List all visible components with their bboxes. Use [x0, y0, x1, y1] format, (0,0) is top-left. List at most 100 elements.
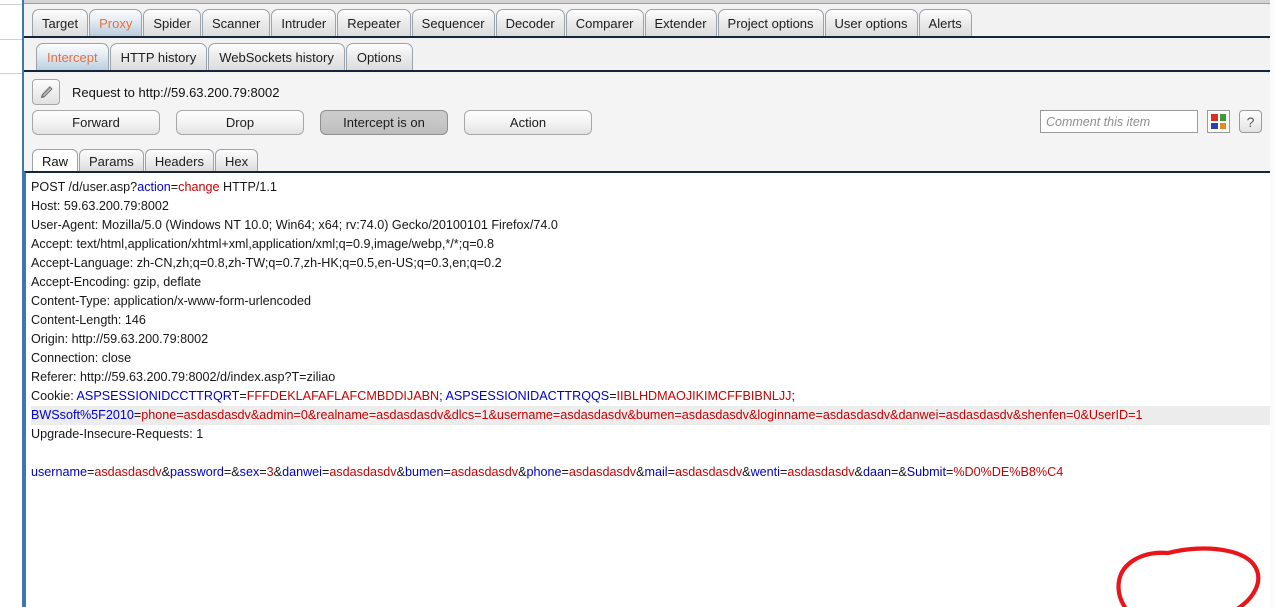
- request-token: action: [137, 180, 171, 194]
- main-tab-label: Alerts: [928, 15, 962, 31]
- request-token: asdasdasdv: [674, 465, 743, 479]
- main-tab-bar: Target Proxy Spider Scanner Intruder Repeater…: [24, 5, 1270, 38]
- view-tab-label: Raw: [42, 153, 69, 169]
- request-token: Upgrade-Insecure-Requests: 1: [31, 427, 204, 441]
- raw-request-editor[interactable]: POST /d/user.asp?action=change HTTP/1.1 H…: [24, 171, 1270, 607]
- request-token: &: [742, 465, 751, 479]
- main-tab-comparer[interactable]: Comparer: [565, 9, 644, 36]
- request-line: Upgrade-Insecure-Requests: 1: [31, 425, 1270, 444]
- main-tab-proxy[interactable]: Proxy: [89, 9, 143, 36]
- request-token: =: [259, 465, 267, 479]
- request-token: &: [161, 465, 170, 479]
- button-label: Intercept is on: [343, 115, 425, 130]
- request-title-row: Request to http://59.63.200.79:8002: [24, 76, 279, 108]
- main-tab-user-options[interactable]: User options: [824, 9, 918, 36]
- main-tab-list: Target Proxy Spider Scanner Intruder Repeater…: [32, 9, 973, 36]
- request-token: password: [170, 465, 224, 479]
- request-token: =: [609, 389, 617, 403]
- main-tab-label: Extender: [654, 15, 707, 31]
- swatch-green: [1219, 114, 1226, 121]
- message-view-tab-list: Raw Params Headers Hex: [32, 148, 1264, 172]
- request-token: %D0%DE%B8%C4: [953, 465, 1064, 479]
- forward-button[interactable]: Forward: [32, 110, 160, 135]
- swatch-red: [1211, 114, 1218, 121]
- main-tab-label: Project options: [727, 15, 814, 31]
- comment-toolbar: ?: [1040, 110, 1262, 133]
- window-top-edge: [24, 0, 1270, 4]
- request-line: Accept-Encoding: gzip, deflate: [31, 273, 1270, 292]
- comment-input[interactable]: [1040, 110, 1198, 133]
- request-token: sex: [239, 465, 260, 479]
- request-token: Submit: [906, 465, 946, 479]
- main-tab-decoder[interactable]: Decoder: [495, 9, 565, 36]
- request-token: Connection: close: [31, 351, 132, 365]
- swatch-blue: [1211, 122, 1218, 129]
- main-tab-label: Sequencer: [421, 15, 485, 31]
- request-token: =: [667, 465, 675, 479]
- burp-suite-screenshot: Target Proxy Spider Scanner Intruder Repeater…: [0, 0, 1275, 607]
- main-tab-repeater[interactable]: Repeater: [337, 9, 411, 36]
- main-tab-scanner[interactable]: Scanner: [201, 9, 271, 36]
- view-tab-hex[interactable]: Hex: [214, 149, 259, 172]
- request-token: asdasdasdv: [94, 465, 162, 479]
- main-tab-label: Spider: [153, 15, 191, 31]
- request-token: danwei: [282, 465, 322, 479]
- request-token: Origin: http://59.63.200.79:8002: [31, 332, 209, 346]
- request-token: Content-Type: application/x-www-form-url…: [31, 294, 311, 308]
- main-tab-label: Intruder: [281, 15, 327, 31]
- main-tab-label: User options: [834, 15, 908, 31]
- request-token: Accept: text/html,application/xhtml+xml,…: [31, 237, 495, 251]
- sub-tab-options[interactable]: Options: [345, 43, 413, 70]
- main-tab-spider[interactable]: Spider: [143, 9, 201, 36]
- main-tab-intruder[interactable]: Intruder: [271, 9, 337, 36]
- request-token: phone=asdasdasdv&admin=0&realname=asdasd…: [141, 408, 1143, 422]
- sub-tab-http-history[interactable]: HTTP history: [109, 43, 208, 70]
- request-line: Host: 59.63.200.79:8002: [31, 197, 1270, 216]
- intercept-is-on-button[interactable]: Intercept is on: [320, 110, 448, 135]
- drop-button[interactable]: Drop: [176, 110, 304, 135]
- view-tab-raw[interactable]: Raw: [32, 149, 79, 172]
- request-token: Referer: http://59.63.200.79:8002/d/inde…: [31, 370, 336, 384]
- request-token: ;: [791, 389, 795, 403]
- sub-tab-intercept[interactable]: Intercept: [36, 43, 109, 70]
- view-tab-label: Params: [89, 153, 134, 169]
- burp-app-window: Target Proxy Spider Scanner Intruder Repeater…: [22, 0, 1270, 607]
- request-line: Connection: close: [31, 349, 1270, 368]
- action-button[interactable]: Action: [464, 110, 592, 135]
- request-token: Content-Length: 146: [31, 313, 146, 327]
- button-label: Forward: [72, 115, 120, 130]
- view-tab-label: Hex: [224, 153, 249, 169]
- request-token: =&: [223, 465, 240, 479]
- request-token: username: [31, 465, 88, 479]
- request-token: ASPSESSIONIDCCTTRQRT: [76, 389, 240, 403]
- request-line: BWSsoft%5F2010=phone=asdasdasdv&admin=0&…: [31, 406, 1270, 425]
- request-line: POST /d/user.asp?action=change HTTP/1.1: [31, 178, 1270, 197]
- proxy-sub-tab-list: Intercept HTTP history WebSockets history O…: [36, 43, 414, 70]
- main-tab-alerts[interactable]: Alerts: [918, 9, 972, 36]
- request-blank-line: [31, 444, 1270, 463]
- view-tab-params[interactable]: Params: [79, 149, 144, 172]
- request-token: Cookie:: [31, 389, 77, 403]
- main-tab-label: Comparer: [575, 15, 634, 31]
- request-line: Content-Length: 146: [31, 311, 1270, 330]
- intercept-action-buttons: Forward Drop Intercept is on Action: [32, 110, 608, 135]
- main-tab-label: Decoder: [505, 15, 555, 31]
- request-token: User-Agent: Mozilla/5.0 (Windows NT 10.0…: [31, 218, 558, 232]
- main-tab-project-options[interactable]: Project options: [717, 9, 824, 36]
- request-token: =: [239, 389, 247, 403]
- request-line: Accept: text/html,application/xhtml+xml,…: [31, 235, 1270, 254]
- button-label: Action: [509, 115, 547, 130]
- main-tab-extender[interactable]: Extender: [644, 9, 717, 36]
- request-token: Accept-Language: zh-CN,zh;q=0.8,zh-TW;q=…: [31, 256, 502, 270]
- request-token: ASPSESSIONIDACTTRQQS: [445, 389, 610, 403]
- help-button[interactable]: ?: [1239, 110, 1262, 133]
- request-line: Accept-Language: zh-CN,zh;q=0.8,zh-TW;q=…: [31, 254, 1270, 273]
- main-tab-sequencer[interactable]: Sequencer: [411, 9, 495, 36]
- request-text[interactable]: POST /d/user.asp?action=change HTTP/1.1 H…: [31, 178, 1270, 482]
- view-tab-headers[interactable]: Headers: [144, 149, 214, 172]
- highlight-color-button[interactable]: [1207, 110, 1230, 133]
- edit-request-button[interactable]: [32, 79, 60, 105]
- main-tab-target[interactable]: Target: [32, 9, 89, 36]
- sub-tab-websockets-history[interactable]: WebSockets history: [208, 43, 345, 70]
- request-line: username=asdasdasdv&password=&sex=3&danw…: [31, 463, 1270, 482]
